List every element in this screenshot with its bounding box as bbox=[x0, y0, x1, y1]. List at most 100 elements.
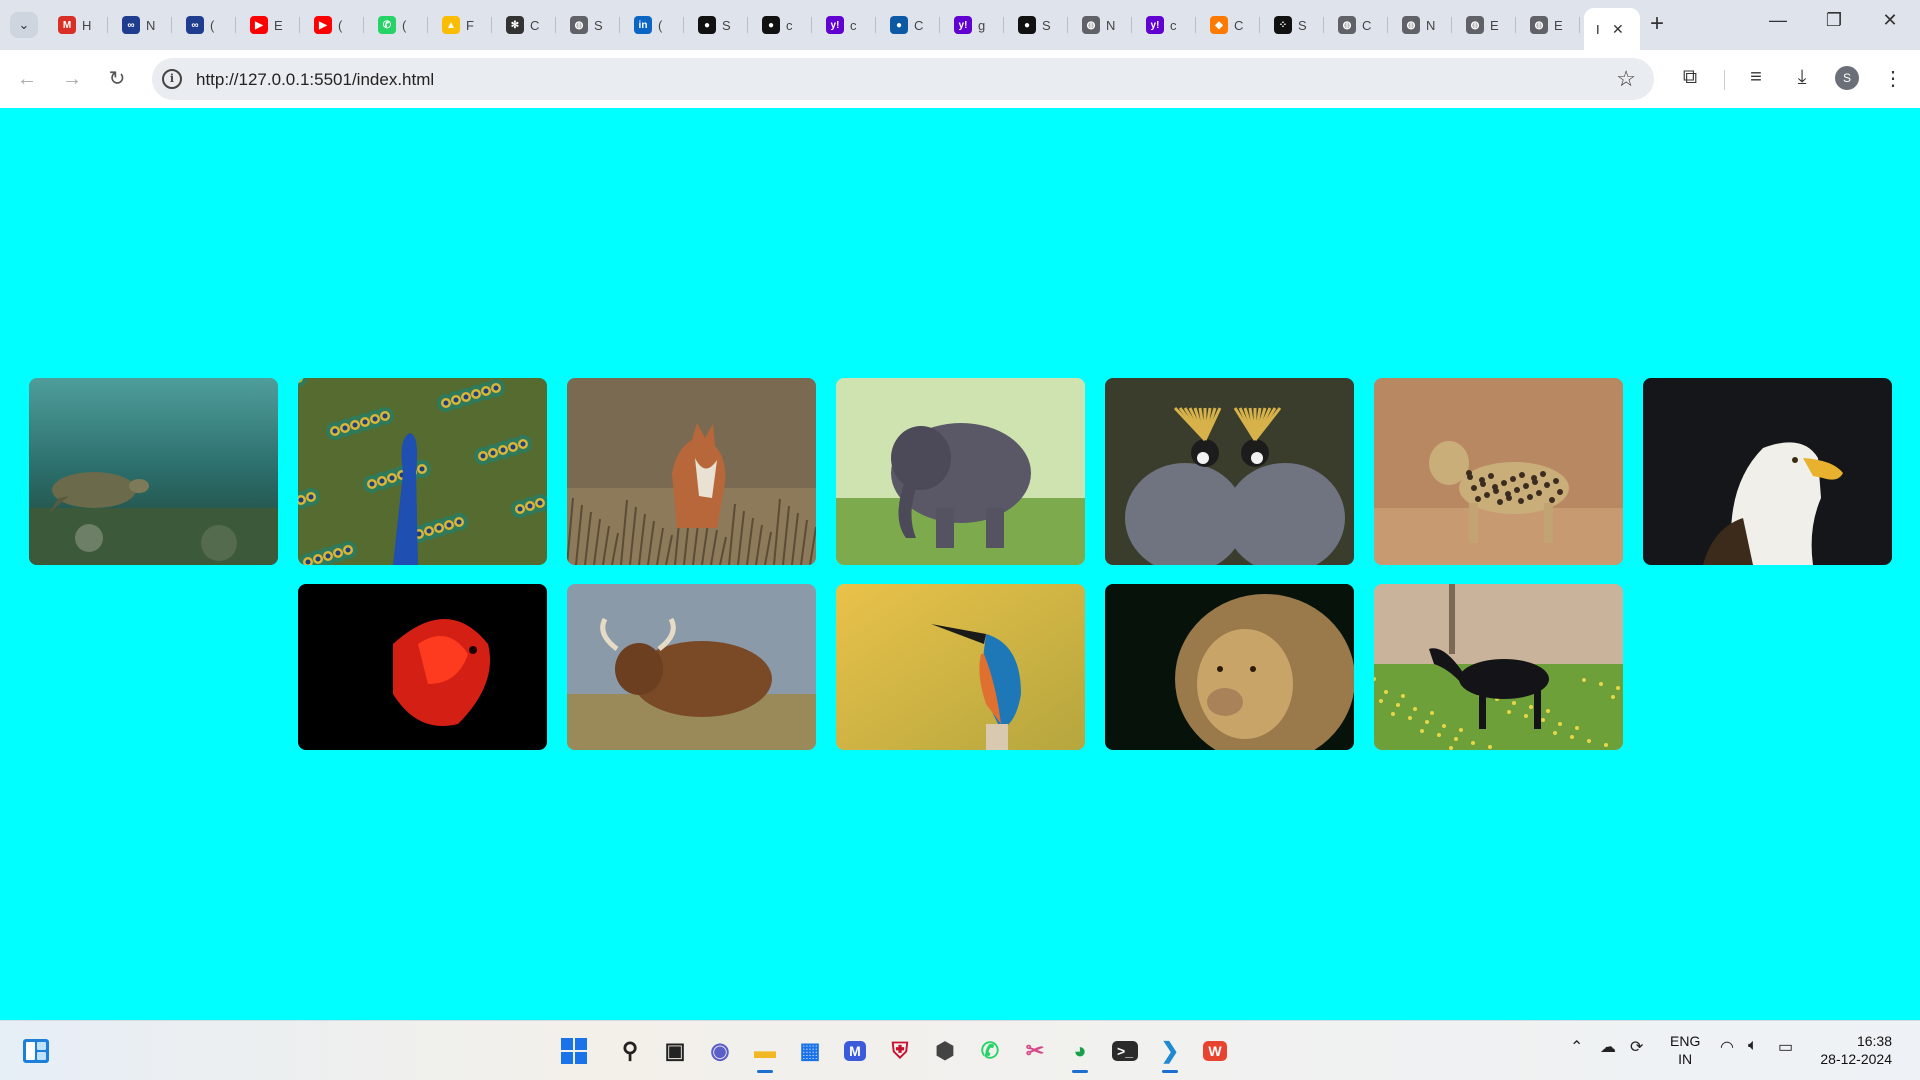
clock[interactable]: 16:38 28-12-2024 bbox=[1812, 1032, 1892, 1068]
tab[interactable]: ✻ C bbox=[494, 8, 556, 42]
taskbar-app-wps[interactable]: W bbox=[1197, 1033, 1233, 1069]
folder-icon: ▬ bbox=[754, 1038, 776, 1063]
tab-separator bbox=[811, 17, 812, 33]
extensions-icon[interactable]: ⧉ bbox=[1677, 66, 1703, 89]
volume-icon[interactable]: 🔈︎ bbox=[1748, 1037, 1758, 1055]
gallery-image-lion bbox=[1104, 584, 1354, 750]
bookmark-star-icon[interactable]: ☆ bbox=[1616, 66, 1636, 92]
chevron-down-icon: ⌄ bbox=[18, 17, 30, 32]
tab[interactable]: ◍ N bbox=[1390, 8, 1452, 42]
whatsapp-icon: ✆ bbox=[980, 1038, 1000, 1063]
tab[interactable]: ● c bbox=[750, 8, 812, 42]
cloud-icon[interactable]: ☁ bbox=[1600, 1037, 1616, 1057]
taskbar-app-cube[interactable]: ⬢ bbox=[927, 1033, 963, 1069]
widgets-button[interactable] bbox=[22, 1038, 50, 1064]
running-indicator bbox=[1072, 1070, 1088, 1073]
tab[interactable]: ✆( bbox=[366, 8, 428, 42]
tab-active[interactable]: I ✕ bbox=[1584, 8, 1640, 50]
tab[interactable]: MH bbox=[46, 8, 108, 42]
globe-icon: ◍ bbox=[1338, 16, 1356, 34]
tab[interactable]: ⁘ S bbox=[1262, 8, 1324, 42]
tab[interactable]: ● S bbox=[686, 8, 748, 42]
browser-toolbar: ← → ↻ i http://127.0.0.1:5501/index.html… bbox=[0, 50, 1920, 108]
tab-title: C bbox=[530, 17, 540, 33]
tab[interactable]: ● S bbox=[1006, 8, 1068, 42]
tab[interactable]: ∞ N bbox=[110, 8, 172, 42]
yahoo-icon: y! bbox=[1146, 16, 1164, 34]
sync-icon[interactable]: ⟳ bbox=[1630, 1037, 1643, 1057]
url-text[interactable]: http://127.0.0.1:5501/index.html bbox=[196, 70, 434, 90]
tab[interactable]: ▲ F bbox=[430, 8, 492, 42]
taskbar-app-teams[interactable]: ◉ bbox=[702, 1033, 738, 1069]
globe-icon: ◍ bbox=[570, 16, 588, 34]
taskbar-app-chrome[interactable]: ◕ bbox=[1062, 1033, 1098, 1073]
tab[interactable]: ◍ N bbox=[1070, 8, 1132, 42]
downloads-icon[interactable]: ⤓ bbox=[1789, 66, 1815, 89]
tab-separator bbox=[427, 17, 428, 33]
tab-separator bbox=[1131, 17, 1132, 33]
taskbar-app-whatsapp[interactable]: ✆ bbox=[972, 1033, 1008, 1069]
tab[interactable]: ◍ E bbox=[1518, 8, 1580, 42]
tab-search-button[interactable]: ⌄ bbox=[10, 12, 38, 38]
taskbar-app-snipping-tool[interactable]: ✂ bbox=[1017, 1033, 1053, 1069]
taskbar-app-search[interactable]: ⚲ bbox=[612, 1033, 648, 1069]
gallery-image-betta-fish bbox=[297, 584, 547, 750]
tab-separator bbox=[1067, 17, 1068, 33]
tab-title: ( bbox=[402, 17, 407, 33]
reload-button[interactable]: ↻ bbox=[104, 66, 130, 92]
page-viewport bbox=[0, 108, 1920, 1020]
tab[interactable]: ▶( bbox=[302, 8, 364, 42]
gmail-icon: M bbox=[58, 16, 76, 34]
minimize-button[interactable]: — bbox=[1758, 10, 1798, 31]
taskbar-app-terminal[interactable]: >_ bbox=[1107, 1033, 1143, 1069]
tab-strip: ⌄ M H ∞ N ∞(▶ E ▶(✆(▲ F ✻ C ◍ Sin(● S ● c y! c ● Cy! g ● S ◍ Ny… bbox=[0, 0, 1920, 50]
tab-title: g bbox=[978, 17, 986, 33]
tab[interactable]: ● C bbox=[878, 8, 940, 42]
back-button[interactable]: ← bbox=[14, 66, 40, 92]
taskbar-app-mcafee[interactable]: ⛨ bbox=[882, 1033, 918, 1069]
tab[interactable]: ▶ E bbox=[238, 8, 300, 42]
taskbar-app-store[interactable]: ▦ bbox=[792, 1033, 828, 1069]
tab-title: I bbox=[1596, 21, 1600, 37]
tab-separator bbox=[1515, 17, 1516, 33]
close-window-button[interactable]: ✕ bbox=[1870, 10, 1910, 31]
store-icon: ▦ bbox=[799, 1038, 821, 1063]
site-info-icon[interactable]: i bbox=[162, 69, 182, 89]
tab[interactable]: y! c bbox=[814, 8, 876, 42]
editor-icon: M bbox=[844, 1041, 866, 1061]
start-button[interactable] bbox=[556, 1033, 592, 1069]
media-control-icon[interactable]: ≡ bbox=[1743, 66, 1769, 89]
tab-title: c bbox=[1170, 17, 1177, 33]
taskbar-app-vscode[interactable]: ❯ bbox=[1152, 1033, 1188, 1073]
tab[interactable]: ◍ E bbox=[1454, 8, 1516, 42]
language-indicator[interactable]: ENG IN bbox=[1670, 1032, 1700, 1068]
tab[interactable]: ∞( bbox=[174, 8, 236, 42]
taskbar-app-task-view[interactable]: ▣ bbox=[657, 1033, 693, 1069]
tab[interactable]: ◆ C bbox=[1198, 8, 1260, 42]
profile-avatar[interactable]: S bbox=[1835, 66, 1859, 90]
tab-title: N bbox=[1426, 17, 1436, 33]
show-hidden-icons-icon[interactable]: ⌃ bbox=[1570, 1037, 1583, 1057]
tab-separator bbox=[619, 17, 620, 33]
gallery-image-bald-eagle bbox=[1642, 378, 1892, 565]
running-indicator bbox=[1162, 1070, 1178, 1073]
close-tab-icon[interactable]: ✕ bbox=[1612, 21, 1624, 38]
wifi-icon[interactable]: ◠ bbox=[1720, 1037, 1734, 1057]
tab-separator bbox=[107, 17, 108, 33]
tab[interactable]: y! c bbox=[1134, 8, 1196, 42]
image-gallery bbox=[0, 378, 1920, 750]
new-tab-button[interactable]: + bbox=[1650, 12, 1664, 36]
restore-button[interactable]: ❐ bbox=[1814, 10, 1854, 31]
forward-button[interactable]: → bbox=[59, 66, 85, 92]
tab[interactable]: in ( bbox=[622, 8, 684, 42]
menu-icon[interactable]: ⋮ bbox=[1880, 66, 1906, 91]
diamond-icon: ◆ bbox=[1210, 16, 1228, 34]
taskbar-app-file-explorer[interactable]: ▬ bbox=[747, 1033, 783, 1073]
tab-separator bbox=[1579, 17, 1580, 33]
taskbar-app-editor[interactable]: M bbox=[837, 1033, 873, 1069]
battery-icon[interactable]: ▭ bbox=[1778, 1037, 1793, 1057]
tab[interactable]: ◍ C bbox=[1326, 8, 1388, 42]
tab[interactable]: ◍ S bbox=[558, 8, 620, 42]
tab[interactable]: y! g bbox=[942, 8, 1004, 42]
address-bar[interactable]: i http://127.0.0.1:5501/index.html ☆ bbox=[152, 58, 1654, 100]
